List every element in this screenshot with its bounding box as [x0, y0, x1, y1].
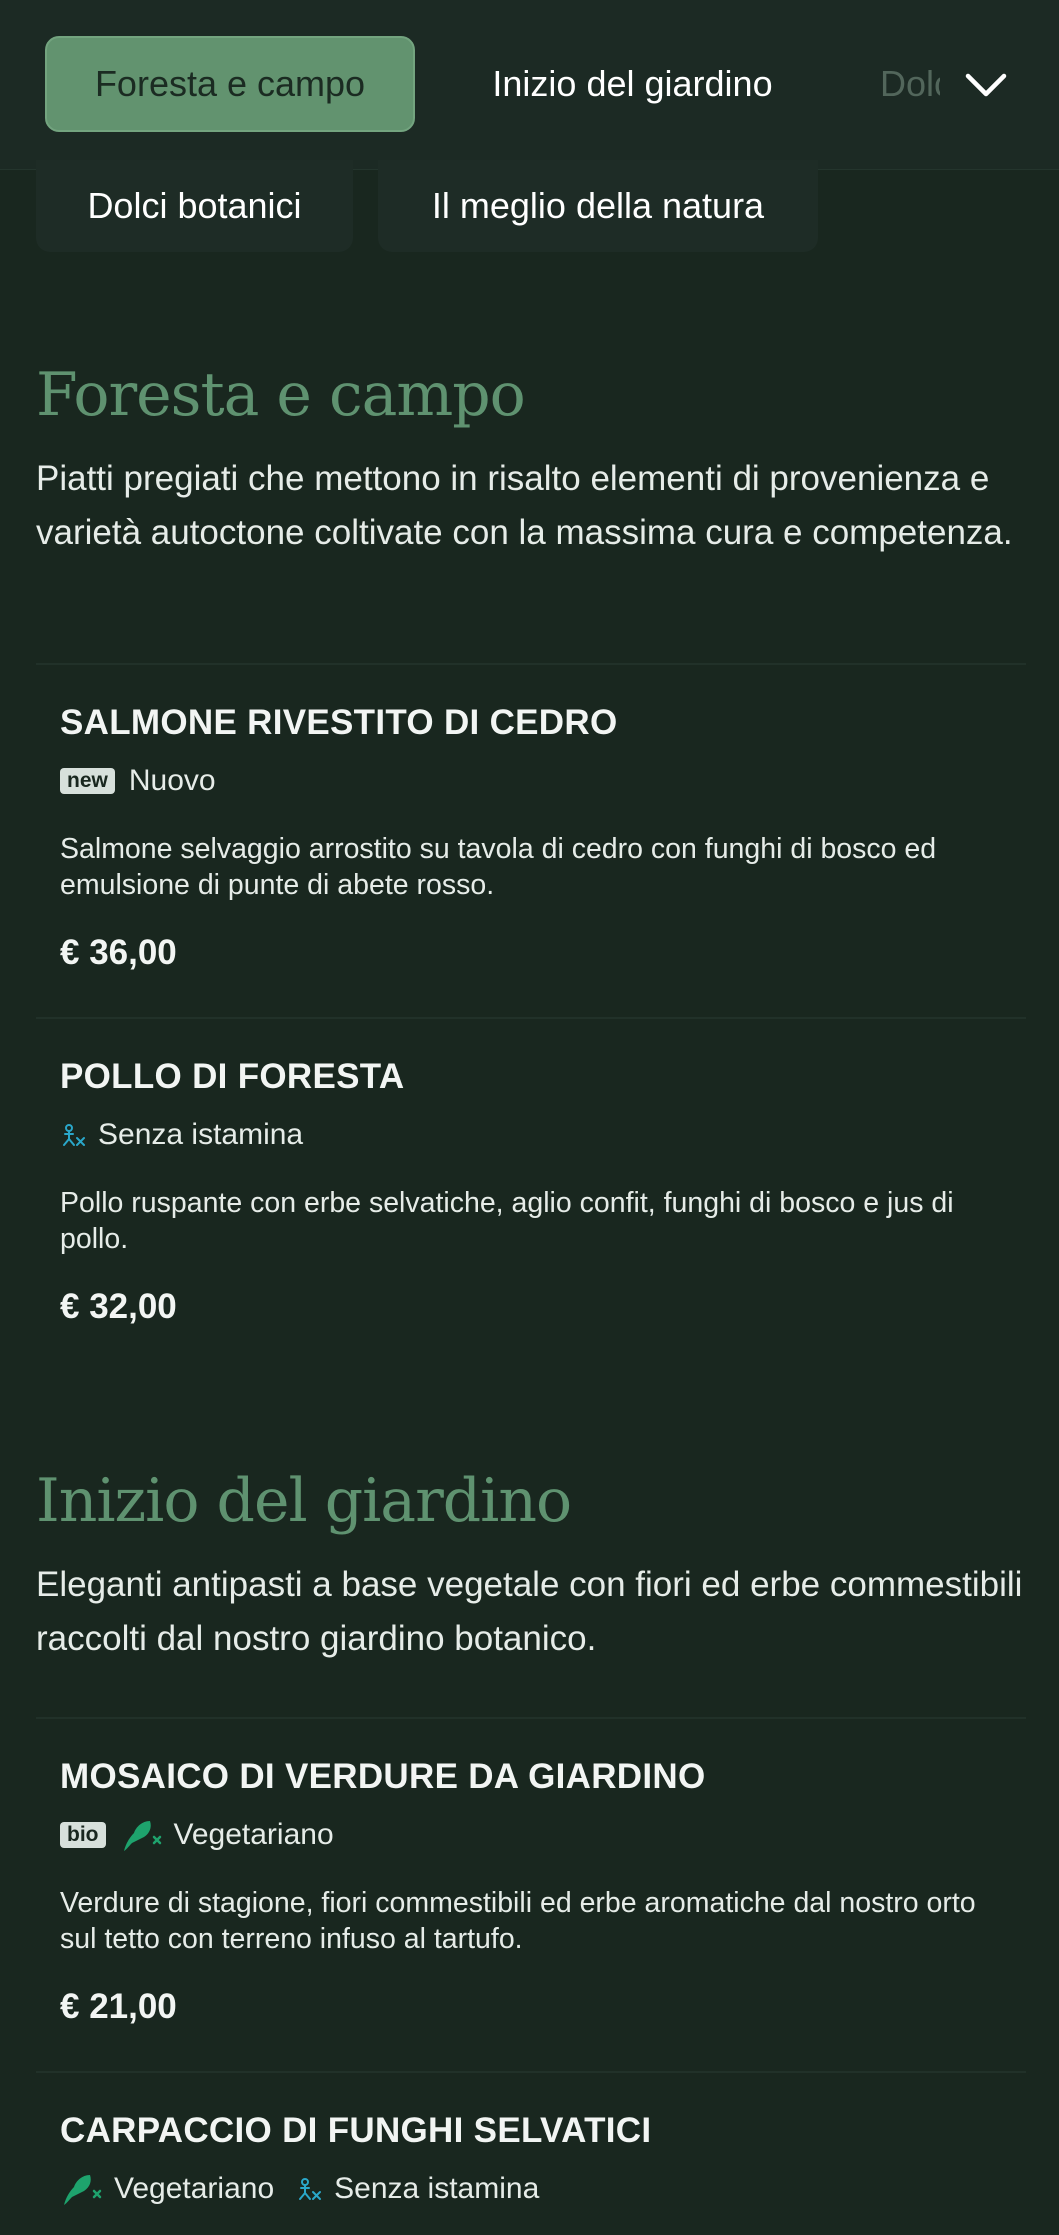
divider — [36, 663, 1026, 665]
category-dolci-botanici[interactable]: Dolci botanici — [36, 160, 353, 252]
item-description: Verdure di stagione, fiori commestibili … — [60, 1887, 976, 1955]
section-title: Inizio del giardino — [36, 1466, 572, 1536]
item-description: Pollo ruspante con erbe selvatiche, agli… — [60, 1187, 954, 1255]
new-badge: new — [60, 768, 115, 794]
menu-item[interactable]: POLLO DI FORESTA Senza istamina Pollo ru… — [60, 1057, 1010, 1327]
menu-item[interactable]: CARPACCIO DI FUNGHI SELVATICI Vegetarian… — [60, 2111, 1010, 2207]
tag-label: Vegetariano — [173, 1818, 334, 1851]
vegetarian-icon — [64, 2175, 102, 2205]
category-nav-bar: Foresta e campo Inizio del giardino Dolc… — [0, 0, 1059, 170]
item-tags: new Nuovo — [60, 763, 1010, 799]
tag-label: Senza istamina — [334, 2172, 540, 2205]
item-name: POLLO DI FORESTA — [60, 1057, 405, 1096]
tag-label: Senza istamina — [98, 1118, 304, 1151]
item-description: Salmone selvaggio arrostito su tavola di… — [60, 833, 937, 901]
tab-dolci-botanici-truncated[interactable]: Dolci botanici — [880, 36, 940, 132]
tab-foresta-e-campo[interactable]: Foresta e campo — [45, 36, 415, 132]
item-name: SALMONE RIVESTITO DI CEDRO — [60, 703, 618, 742]
vegetarian-icon — [123, 1821, 161, 1851]
section-title: Foresta e campo — [36, 360, 526, 430]
no-histamine-icon — [63, 1124, 85, 1146]
section-description: Piatti pregiati che mettono in risalto e… — [36, 459, 1013, 552]
item-price: € 32,00 — [60, 1287, 177, 1326]
divider — [36, 1017, 1026, 1019]
item-tags: Vegetariano Senza istamina — [60, 2171, 1010, 2207]
item-name: MOSAICO DI VERDURE DA GIARDINO — [60, 1757, 706, 1796]
menu-item[interactable]: MOSAICO DI VERDURE DA GIARDINO bio Veget… — [60, 1757, 1010, 2027]
menu-item[interactable]: SALMONE RIVESTITO DI CEDRO new Nuovo Sal… — [60, 703, 1010, 973]
divider — [36, 1717, 1026, 1719]
section-description: Eleganti antipasti a base vegetale con f… — [36, 1565, 1023, 1658]
category-il-meglio-della-natura[interactable]: Il meglio della natura — [378, 160, 818, 252]
item-price: € 36,00 — [60, 933, 177, 972]
item-tags: Senza istamina — [60, 1117, 1010, 1153]
item-name: CARPACCIO DI FUNGHI SELVATICI — [60, 2111, 652, 2150]
item-price: € 21,00 — [60, 1987, 177, 2026]
tag-label: Vegetariano — [114, 2172, 275, 2205]
no-histamine-icon — [299, 2178, 322, 2200]
bio-badge: bio — [60, 1822, 106, 1848]
tab-inizio-del-giardino[interactable]: Inizio del giardino — [465, 36, 800, 132]
chevron-down-icon[interactable] — [963, 62, 1009, 108]
tag-label: Nuovo — [128, 764, 216, 797]
divider — [36, 2071, 1026, 2073]
item-tags: bio Vegetariano — [60, 1817, 1010, 1853]
